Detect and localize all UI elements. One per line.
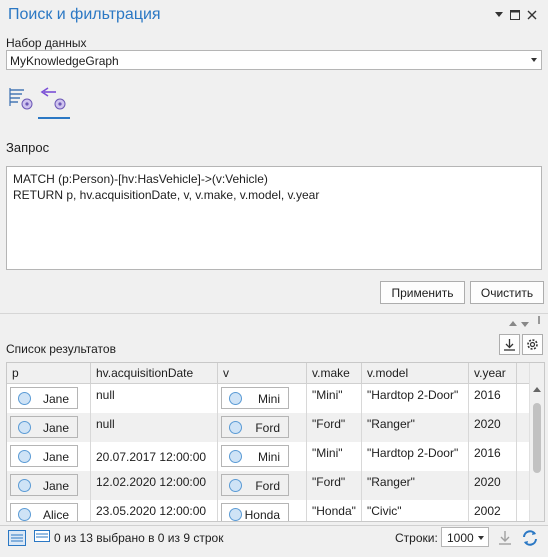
node-label: Alice — [42, 508, 69, 522]
node-label: Jane — [42, 479, 69, 493]
node-icon — [229, 450, 242, 463]
cell-make: "Mini" — [312, 388, 343, 402]
results-table: p hv.acquisitionDate v v.make v.model v.… — [6, 362, 545, 522]
node-chip[interactable]: Jane — [10, 445, 78, 467]
chevron-down-icon — [531, 58, 537, 62]
active-tab-indicator — [38, 117, 70, 119]
node-label: Jane — [42, 421, 69, 435]
node-label: Mini — [257, 450, 280, 464]
cell-date: null — [96, 417, 115, 431]
table-header: p hv.acquisitionDate v v.make v.model v.… — [7, 363, 531, 384]
node-icon — [229, 479, 242, 492]
apply-button[interactable]: Применить — [380, 281, 465, 304]
table-row[interactable]: Jane null Ford "Ford" "Ranger" 2020 — [7, 413, 531, 442]
close-icon[interactable] — [525, 8, 539, 22]
node-label: Ford — [255, 421, 280, 435]
rows-select[interactable]: 1000 — [441, 527, 489, 547]
cell-model: "Civic" — [367, 504, 402, 518]
cell-model: "Hardtop 2-Door" — [367, 446, 459, 460]
column-header-v[interactable]: v — [218, 363, 307, 383]
cell-model: "Hardtop 2-Door" — [367, 388, 459, 402]
clear-button[interactable]: Очистить — [470, 281, 544, 304]
results-label: Список результатов — [6, 342, 116, 356]
column-header-model[interactable]: v.model — [362, 363, 469, 383]
cell-date: 20.07.2017 12:00:00 — [96, 450, 207, 464]
scroll-down-icon[interactable] — [521, 317, 529, 331]
node-chip[interactable]: Mini — [221, 445, 289, 467]
query-title: Запрос — [6, 140, 50, 155]
panel-title: Поиск и фильтрация — [8, 6, 161, 23]
node-chip[interactable]: Ford — [221, 416, 289, 438]
node-icon — [18, 421, 31, 434]
node-chip[interactable]: Jane — [10, 387, 78, 409]
cell-model: "Ranger" — [367, 475, 415, 489]
scrollbar-thumb[interactable] — [533, 403, 541, 473]
node-chip[interactable]: Alice — [10, 503, 78, 522]
selection-status: 0 из 13 выбрано в 0 из 9 строк — [54, 531, 224, 545]
dataset-value: MyKnowledgeGraph — [10, 54, 119, 68]
node-chip[interactable]: Ford — [221, 474, 289, 496]
rows-value: 1000 — [447, 531, 474, 545]
list-view-icon[interactable] — [34, 530, 50, 545]
settings-icon[interactable] — [522, 334, 543, 355]
cell-year: 2020 — [474, 417, 501, 431]
cell-model: "Ranger" — [367, 417, 415, 431]
table-row[interactable]: Jane null Mini "Mini" "Hardtop 2-Door" 2… — [7, 384, 531, 413]
node-icon — [18, 508, 31, 521]
node-label: Mini — [257, 392, 280, 406]
chevron-down-icon — [478, 536, 484, 540]
menu-icon[interactable] — [492, 8, 506, 22]
cell-year: 2016 — [474, 446, 501, 460]
divider — [0, 313, 548, 314]
table-row[interactable]: Jane 20.07.2017 12:00:00 Mini "Mini" "Ha… — [7, 442, 531, 471]
scroll-up-arrow-icon[interactable] — [533, 387, 541, 393]
export-icon[interactable] — [499, 334, 520, 355]
cell-make: "Ford" — [312, 475, 346, 489]
column-header-p[interactable]: p — [7, 363, 91, 383]
node-icon — [229, 508, 242, 521]
node-label: Jane — [42, 392, 69, 406]
node-chip[interactable]: Honda — [221, 503, 289, 522]
maximize-icon[interactable] — [508, 8, 522, 22]
cypher-query-icon[interactable] — [40, 86, 68, 112]
column-header-make[interactable]: v.make — [307, 363, 362, 383]
cell-make: "Honda" — [312, 504, 356, 518]
cell-year: 2016 — [474, 388, 501, 402]
refresh-icon[interactable] — [521, 529, 539, 550]
dataset-select[interactable]: MyKnowledgeGraph — [6, 50, 542, 70]
node-label: Jane — [42, 450, 69, 464]
dataset-label: Набор данных — [6, 36, 87, 50]
cell-year: 2020 — [474, 475, 501, 489]
cell-make: "Ford" — [312, 417, 346, 431]
rows-label: Строки: — [395, 531, 438, 545]
cell-date: null — [96, 388, 115, 402]
query-input[interactable]: MATCH (p:Person)-[hv:HasVehicle]->(v:Veh… — [6, 166, 542, 270]
table-row[interactable]: Alice 23.05.2020 12:00:00 Honda "Honda" … — [7, 500, 531, 522]
table-view-icon[interactable] — [8, 530, 26, 549]
table-scrollbar[interactable] — [529, 363, 544, 521]
column-header-acquisition-date[interactable]: hv.acquisitionDate — [91, 363, 218, 383]
cell-date: 23.05.2020 12:00:00 — [96, 504, 207, 518]
table-row[interactable]: Jane 12.02.2020 12:00:00 Ford "Ford" "Ra… — [7, 471, 531, 500]
query-builder-icon[interactable] — [8, 86, 36, 112]
node-icon — [229, 392, 242, 405]
node-chip[interactable]: Mini — [221, 387, 289, 409]
node-chip[interactable]: Jane — [10, 416, 78, 438]
splitter-handle[interactable] — [538, 316, 540, 324]
node-chip[interactable]: Jane — [10, 474, 78, 496]
cell-make: "Mini" — [312, 446, 343, 460]
node-label: Honda — [244, 508, 280, 522]
cell-date: 12.02.2020 12:00:00 — [96, 475, 207, 489]
node-icon — [18, 479, 31, 492]
download-icon[interactable] — [498, 530, 512, 548]
column-header-year[interactable]: v.year — [469, 363, 517, 383]
node-icon — [18, 392, 31, 405]
node-icon — [18, 450, 31, 463]
cell-year: 2002 — [474, 504, 501, 518]
scroll-up-icon[interactable] — [509, 316, 517, 330]
node-label: Ford — [255, 479, 280, 493]
node-icon — [229, 421, 242, 434]
